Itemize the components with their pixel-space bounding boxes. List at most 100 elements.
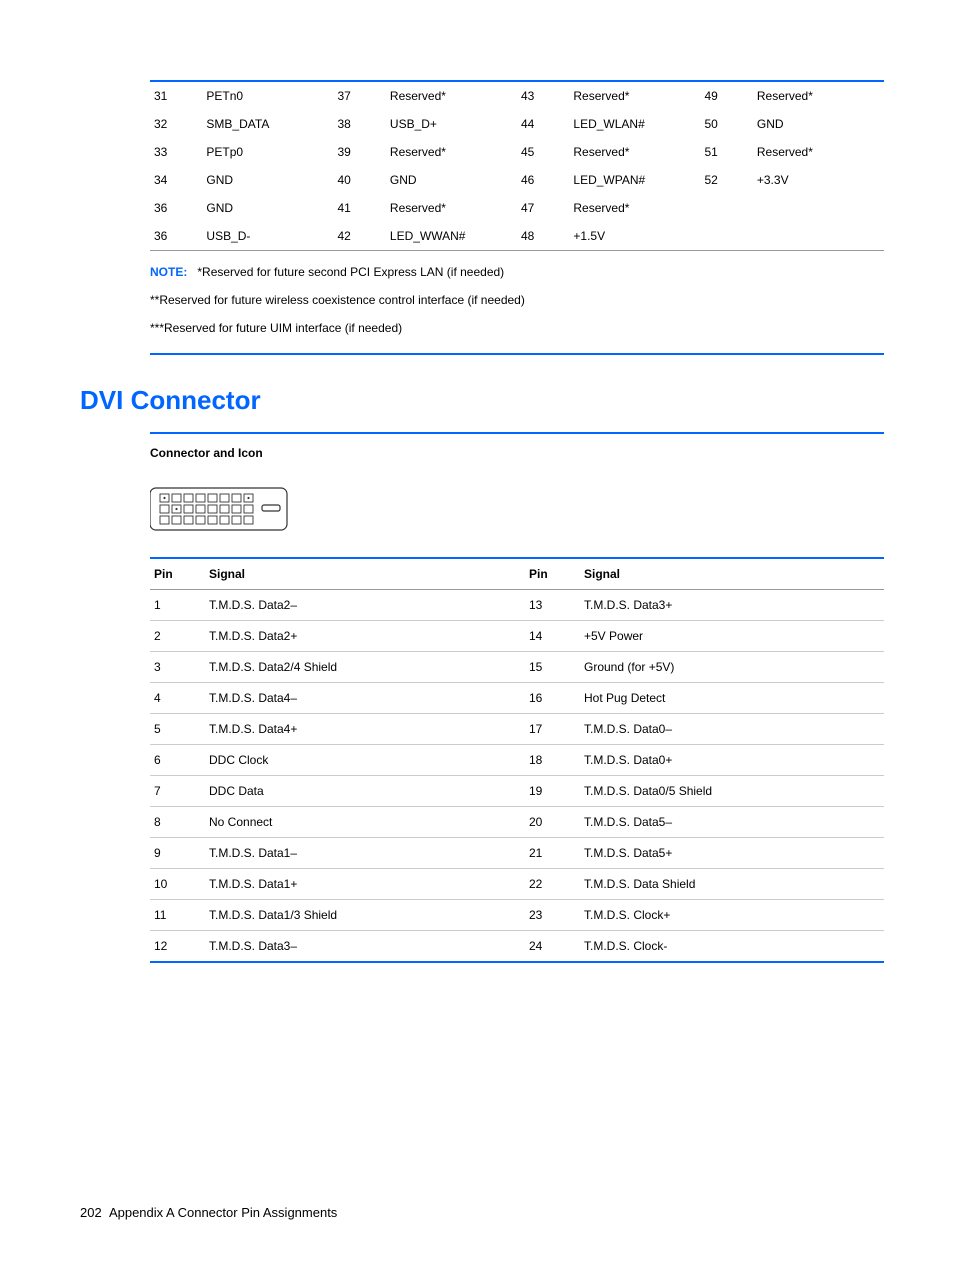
pin-number: 46 xyxy=(517,166,569,194)
pin-number: 5 xyxy=(150,714,205,745)
table-row: 31PETn037Reserved*43Reserved*49Reserved* xyxy=(150,81,884,110)
signal-name: T.M.D.S. Data3– xyxy=(205,931,525,963)
note-label: NOTE: xyxy=(150,265,187,279)
signal-name: GND xyxy=(753,110,884,138)
note-line-1: NOTE: *Reserved for future second PCI Ex… xyxy=(150,265,884,279)
signal-name: T.M.D.S. Data0/5 Shield xyxy=(580,776,884,807)
pin-number: 37 xyxy=(333,81,385,110)
pin-number: 22 xyxy=(525,869,580,900)
signal-name: Reserved* xyxy=(386,138,517,166)
signal-name: No Connect xyxy=(205,807,525,838)
table-row: 36GND41Reserved*47Reserved* xyxy=(150,194,884,222)
table-row: 1T.M.D.S. Data2–13T.M.D.S. Data3+ xyxy=(150,590,884,621)
pin-number: 45 xyxy=(517,138,569,166)
pin-number: 52 xyxy=(700,166,752,194)
signal-name: T.M.D.S. Data4– xyxy=(205,683,525,714)
signal-name: PETn0 xyxy=(202,81,333,110)
pin-number: 41 xyxy=(333,194,385,222)
pin-number: 33 xyxy=(150,138,202,166)
page-container: 31PETn037Reserved*43Reserved*49Reserved*… xyxy=(0,0,954,1270)
signal-name: SMB_DATA xyxy=(202,110,333,138)
pin-number: 13 xyxy=(525,590,580,621)
table-row: 2T.M.D.S. Data2+14+5V Power xyxy=(150,621,884,652)
table-row: 7DDC Data19T.M.D.S. Data0/5 Shield xyxy=(150,776,884,807)
signal-name xyxy=(753,222,884,251)
pin-number: 24 xyxy=(525,931,580,963)
pin-number: 23 xyxy=(525,900,580,931)
dvi-pins xyxy=(160,494,280,524)
signal-name: Reserved* xyxy=(569,138,700,166)
signal-name: +1.5V xyxy=(569,222,700,251)
pin-number: 39 xyxy=(333,138,385,166)
pin-number: 18 xyxy=(525,745,580,776)
page-footer: 202 Appendix A Connector Pin Assignments xyxy=(80,1205,337,1220)
pin-number: 9 xyxy=(150,838,205,869)
signal-name: GND xyxy=(202,194,333,222)
signal-name: Reserved* xyxy=(386,194,517,222)
pin-number: 36 xyxy=(150,222,202,251)
signal-name: Reserved* xyxy=(386,81,517,110)
footer-text: Appendix A Connector Pin Assignments xyxy=(109,1205,337,1220)
signal-name: T.M.D.S. Data2+ xyxy=(205,621,525,652)
pin-number xyxy=(700,222,752,251)
pin-number: 44 xyxy=(517,110,569,138)
dvi-h-sig2: Signal xyxy=(580,558,884,590)
signal-name: Reserved* xyxy=(569,194,700,222)
signal-name: USB_D- xyxy=(202,222,333,251)
signal-name: PETp0 xyxy=(202,138,333,166)
page-number: 202 xyxy=(80,1205,102,1220)
dvi-h-sig1: Signal xyxy=(205,558,525,590)
pin-number: 1 xyxy=(150,590,205,621)
signal-name: T.M.D.S. Data4+ xyxy=(205,714,525,745)
signal-name: T.M.D.S. Data0– xyxy=(580,714,884,745)
dvi-header-row: Pin Signal Pin Signal xyxy=(150,558,884,590)
signal-name: Reserved* xyxy=(753,138,884,166)
pin-number xyxy=(700,194,752,222)
signal-name: T.M.D.S. Clock+ xyxy=(580,900,884,931)
pin-number: 43 xyxy=(517,81,569,110)
note-line-3: ***Reserved for future UIM interface (if… xyxy=(150,321,884,335)
pin-number: 12 xyxy=(150,931,205,963)
dvi-connector-icon xyxy=(150,484,884,537)
signal-name: Reserved* xyxy=(753,81,884,110)
table-row: 36USB_D-42LED_WWAN#48+1.5V xyxy=(150,222,884,251)
pin-number: 32 xyxy=(150,110,202,138)
table-row: 32SMB_DATA38USB_D+44LED_WLAN#50GND xyxy=(150,110,884,138)
table-row: 6DDC Clock18T.M.D.S. Data0+ xyxy=(150,745,884,776)
section-subtitle: Connector and Icon xyxy=(150,432,884,470)
signal-name: T.M.D.S. Data5– xyxy=(580,807,884,838)
pin-number: 20 xyxy=(525,807,580,838)
pin-number: 6 xyxy=(150,745,205,776)
pin-number: 50 xyxy=(700,110,752,138)
table-row: 8No Connect20T.M.D.S. Data5– xyxy=(150,807,884,838)
pin-number: 7 xyxy=(150,776,205,807)
dvi-h-pin2: Pin xyxy=(525,558,580,590)
pin-number: 11 xyxy=(150,900,205,931)
pin-number: 34 xyxy=(150,166,202,194)
table-row: 4T.M.D.S. Data4–16Hot Pug Detect xyxy=(150,683,884,714)
signal-name: T.M.D.S. Data1+ xyxy=(205,869,525,900)
pin-number: 49 xyxy=(700,81,752,110)
note-text-1: *Reserved for future second PCI Express … xyxy=(197,265,504,279)
pin-number: 19 xyxy=(525,776,580,807)
table-row: 12T.M.D.S. Data3–24T.M.D.S. Clock- xyxy=(150,931,884,963)
pin-number: 16 xyxy=(525,683,580,714)
pin-number: 14 xyxy=(525,621,580,652)
pin-number: 17 xyxy=(525,714,580,745)
pin-number: 40 xyxy=(333,166,385,194)
pin-number: 36 xyxy=(150,194,202,222)
signal-name: GND xyxy=(386,166,517,194)
table-row: 3T.M.D.S. Data2/4 Shield15Ground (for +5… xyxy=(150,652,884,683)
signal-name: T.M.D.S. Data3+ xyxy=(580,590,884,621)
signal-name: LED_WPAN# xyxy=(569,166,700,194)
pin-number: 31 xyxy=(150,81,202,110)
dvi-table-body: 1T.M.D.S. Data2–13T.M.D.S. Data3+2T.M.D.… xyxy=(150,590,884,963)
pin-number: 47 xyxy=(517,194,569,222)
section-title: DVI Connector xyxy=(80,385,884,416)
table-row: 5T.M.D.S. Data4+17T.M.D.S. Data0– xyxy=(150,714,884,745)
pin-number: 3 xyxy=(150,652,205,683)
pin-number: 21 xyxy=(525,838,580,869)
note-line-2: **Reserved for future wireless coexisten… xyxy=(150,293,884,307)
signal-name: T.M.D.S. Data1– xyxy=(205,838,525,869)
table-row: 33PETp039Reserved*45Reserved*51Reserved* xyxy=(150,138,884,166)
